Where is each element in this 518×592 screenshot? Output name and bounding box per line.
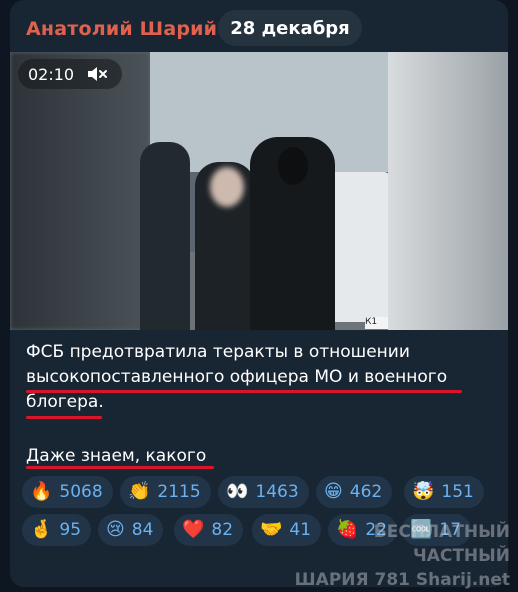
video-masked-head <box>278 147 308 185</box>
cool-icon: 🆒 <box>410 519 433 540</box>
video-frame-left-blur <box>10 52 150 330</box>
message-line-2: высокопоставленного офицера МО и военног… <box>26 367 448 387</box>
speaker-muted-icon[interactable] <box>86 65 108 83</box>
reaction-count: 41 <box>289 520 312 540</box>
video-figure-left <box>140 142 190 330</box>
video-frame-right-blur <box>388 52 508 330</box>
grin-icon: 😁 <box>324 481 343 502</box>
cry-icon: 😢 <box>106 519 125 540</box>
reaction-count: 5068 <box>59 482 103 502</box>
date-separator: 28 декабря <box>218 10 362 46</box>
reaction-strawberry[interactable]: 🍓 22 <box>328 514 398 546</box>
reaction-clap[interactable]: 👏 2115 <box>120 476 211 508</box>
reaction-fire[interactable]: 🔥 5068 <box>22 476 113 508</box>
video-blurred-face <box>210 167 244 207</box>
reaction-crossed-fingers[interactable]: 🤞 95 <box>22 514 92 546</box>
reaction-count: 84 <box>131 520 154 540</box>
mind-blown-icon: 🤯 <box>412 481 435 502</box>
message-line-1: ФСБ предотвратила теракты в отношении <box>26 342 410 362</box>
reaction-mind-blown[interactable]: 🤯 151 <box>404 476 484 508</box>
reaction-eyes[interactable]: 👀 1463 <box>218 476 309 508</box>
reaction-count: 22 <box>365 520 388 540</box>
handshake-icon: 🤝 <box>260 519 283 540</box>
reaction-cry[interactable]: 😢 84 <box>98 514 164 546</box>
reaction-count: 462 <box>349 482 383 502</box>
video-duration-chip[interactable]: 02:10 <box>18 59 122 89</box>
video-frame-plate: К1 <box>365 317 388 329</box>
reaction-count: 151 <box>441 482 474 502</box>
reaction-count: 17 <box>439 520 462 540</box>
reaction-grin[interactable]: 😁 462 <box>316 476 393 508</box>
underline-2 <box>26 416 102 419</box>
reaction-cool[interactable]: 🆒 17 <box>402 514 472 546</box>
reaction-handshake[interactable]: 🤝 41 <box>252 514 322 546</box>
eyes-icon: 👀 <box>226 481 249 502</box>
heart-icon: ❤️ <box>182 519 205 540</box>
strawberry-icon: 🍓 <box>336 519 359 540</box>
reaction-count: 82 <box>211 520 234 540</box>
underline-1 <box>26 390 462 393</box>
reaction-count: 95 <box>59 520 82 540</box>
video-duration: 02:10 <box>28 64 75 84</box>
reaction-count: 2115 <box>157 482 201 502</box>
underline-3 <box>26 466 214 469</box>
message-line-3: блогера. <box>26 392 104 412</box>
crossed-fingers-icon: 🤞 <box>30 519 53 540</box>
fire-icon: 🔥 <box>30 481 53 502</box>
clap-icon: 👏 <box>128 481 151 502</box>
reaction-count: 1463 <box>255 482 299 502</box>
channel-author-name[interactable]: Анатолий Шарий <box>26 18 217 40</box>
video-player[interactable]: К1 <box>10 52 508 330</box>
reaction-heart[interactable]: ❤️ 82 <box>174 514 244 546</box>
